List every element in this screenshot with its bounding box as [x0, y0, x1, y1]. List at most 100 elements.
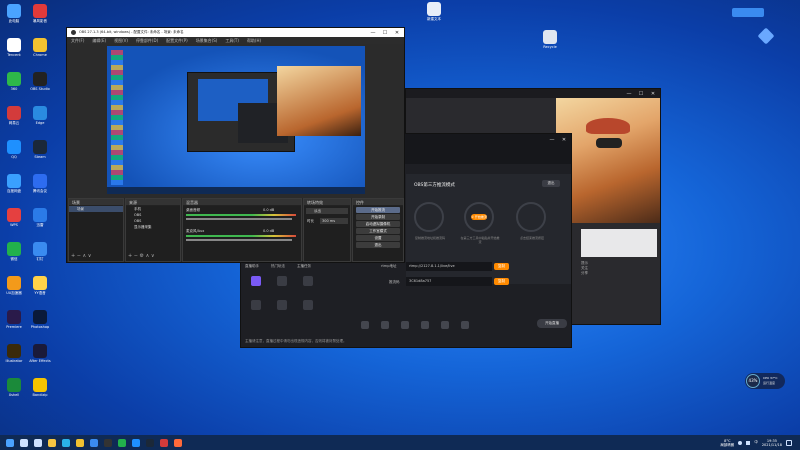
desktop-icon[interactable]: 百度网盘	[2, 174, 26, 193]
desktop-icon[interactable]: Xshell	[2, 378, 26, 397]
gift-icon[interactable]	[277, 276, 287, 286]
system-monitor-floater[interactable]: 43% CPU 37°C 运行温度	[745, 373, 785, 389]
windows-start-icon[interactable]	[6, 438, 14, 447]
maximize-icon[interactable]: ☐	[638, 91, 644, 97]
desktop-icon[interactable]: Illustrator	[2, 344, 26, 363]
clock[interactable]: 19:35 2021/11/18	[762, 439, 782, 447]
mic-volume-slider[interactable]	[186, 239, 292, 241]
room-icon[interactable]	[251, 300, 261, 310]
quality-icon[interactable]	[421, 321, 429, 329]
assistant-icon[interactable]	[757, 27, 775, 45]
network-icon[interactable]	[738, 440, 743, 445]
steam-icon[interactable]	[146, 438, 154, 447]
input-language[interactable]: 中	[754, 440, 758, 445]
obs-menu-item[interactable]: 停靠部件(D)	[136, 38, 158, 44]
desktop-icon[interactable]: 钉钉	[28, 242, 52, 261]
tab-assistant[interactable]: 直播助手	[245, 264, 259, 269]
obs-menu-item[interactable]: 编辑(E)	[92, 38, 106, 44]
last-session-icon[interactable]	[303, 300, 313, 310]
search-icon[interactable]	[20, 438, 28, 447]
desktop-icon[interactable]: Premiere	[2, 310, 26, 329]
task-view-icon[interactable]	[34, 438, 42, 447]
obs-menu-item[interactable]: 场景集合(S)	[196, 38, 218, 44]
push-icon[interactable]	[303, 276, 313, 286]
pk-icon[interactable]	[277, 300, 287, 310]
duration-input[interactable]: 300 ms	[320, 218, 348, 224]
desktop-icon[interactable]: Chrome	[28, 38, 52, 57]
source-item[interactable]: 显示器采集	[126, 224, 180, 230]
obs-icon[interactable]	[104, 438, 112, 447]
desktop-icon[interactable]: YY语音	[28, 276, 52, 295]
obs-preview[interactable]	[107, 46, 365, 194]
exit-button[interactable]: 退出	[356, 242, 400, 248]
desktop-icon[interactable]: 微信	[2, 242, 26, 261]
chrome-icon[interactable]	[76, 438, 84, 447]
sticker-icon[interactable]	[401, 321, 409, 329]
desktop-icon[interactable]: 此电脑	[2, 4, 26, 23]
minimize-icon[interactable]: —	[370, 30, 376, 36]
music-icon[interactable]	[160, 438, 168, 447]
qq-icon[interactable]	[132, 438, 140, 447]
obs-menu-item[interactable]: 配置文件(P)	[166, 38, 188, 44]
desktop-icon[interactable]: Photoshop	[28, 310, 52, 329]
desktop-icon[interactable]: QQ	[2, 140, 26, 159]
desktop-icon[interactable]: 网易云	[2, 106, 26, 125]
desktop-icon[interactable]: 腾讯会议	[28, 174, 52, 193]
close-icon[interactable]: ✕	[561, 137, 567, 143]
notification-widget[interactable]	[732, 8, 764, 17]
wechat-icon[interactable]	[118, 438, 126, 447]
obs-menu-item[interactable]: 帮助(H)	[247, 38, 261, 44]
studio-mode-button[interactable]: 工作室模式	[356, 228, 400, 234]
desktop-icon[interactable]: After Effects	[28, 344, 52, 363]
explorer-icon[interactable]	[48, 438, 56, 447]
obs-menu-item[interactable]: 视图(V)	[114, 38, 128, 44]
stream-key-field[interactable]: 3C61d8a757	[406, 277, 492, 286]
virtual-camera-button[interactable]: 启动虚拟摄像机	[356, 221, 400, 227]
minimize-icon[interactable]: —	[626, 91, 632, 97]
weather-widget[interactable]: 8°C 局部晴朗	[720, 439, 734, 447]
start-recording-button[interactable]: 开始录制	[356, 214, 400, 220]
desktop-icon-recycle[interactable]: Recycle	[538, 30, 562, 49]
transition-select[interactable]: 淡出	[306, 208, 348, 214]
desktop-volume-slider[interactable]	[186, 218, 292, 220]
notification-center-icon[interactable]	[786, 439, 792, 446]
sound-icon[interactable]	[441, 321, 449, 329]
store-icon[interactable]	[90, 438, 98, 447]
desktop-icon[interactable]: Tencent	[2, 38, 26, 57]
desktop-icon[interactable]: WPS	[2, 208, 26, 227]
volume-icon[interactable]	[746, 440, 751, 445]
desktop-icon[interactable]: 360	[2, 72, 26, 91]
more-icon[interactable]	[461, 321, 469, 329]
filter-icon[interactable]	[381, 321, 389, 329]
scene-item[interactable]: 场景	[69, 206, 123, 212]
desktop-icon[interactable]: 迅雷	[28, 208, 52, 227]
scene-add-icon[interactable]: + − ∧ ∨	[71, 253, 91, 259]
desktop-icon-text-file[interactable]: 新建文本	[422, 2, 446, 21]
start-streaming-button[interactable]: 开始推流	[356, 207, 400, 213]
obs-menu-item[interactable]: 文件(F)	[71, 38, 84, 44]
rtmp-address-field[interactable]: rtmp://2127.8.1.1/live/live	[406, 262, 492, 271]
tab-hot[interactable]: 热门玩法	[271, 264, 285, 269]
obs-menu-item[interactable]: 工具(T)	[225, 38, 239, 44]
copy-key-button[interactable]: 复制	[494, 278, 509, 285]
close-icon[interactable]: ✕	[394, 30, 400, 36]
start-live-button[interactable]: 开始直播	[537, 319, 567, 328]
obs-window[interactable]: OBS 27.1.3 (64-bit, windows) - 配置文件: 未命名…	[66, 27, 405, 263]
exit-mode-button[interactable]: 退出	[542, 180, 560, 187]
desktop-icon[interactable]: Edge	[28, 106, 52, 125]
close-icon[interactable]: ✕	[650, 91, 656, 97]
desktop-icon[interactable]: 暴风影音	[28, 4, 52, 23]
source-add-icon[interactable]: + − ⚙ ∧ ∨	[128, 253, 155, 259]
edge-icon[interactable]	[62, 438, 70, 447]
desktop-icon[interactable]: OBS Studio	[28, 72, 52, 91]
barrage-icon[interactable]	[251, 276, 261, 286]
maximize-icon[interactable]: ☐	[382, 30, 388, 36]
copy-rtmp-button[interactable]: 复制	[494, 263, 509, 270]
live-icon[interactable]	[174, 438, 182, 447]
beauty-icon[interactable]	[361, 321, 369, 329]
desktop-icon[interactable]: Steam	[28, 140, 52, 159]
tab-tasks[interactable]: 主播任务	[297, 264, 311, 269]
desktop-icon[interactable]: Bandizip	[28, 378, 52, 397]
desktop-icon[interactable]: UU加速器	[2, 276, 26, 295]
minimize-icon[interactable]: —	[549, 137, 555, 143]
